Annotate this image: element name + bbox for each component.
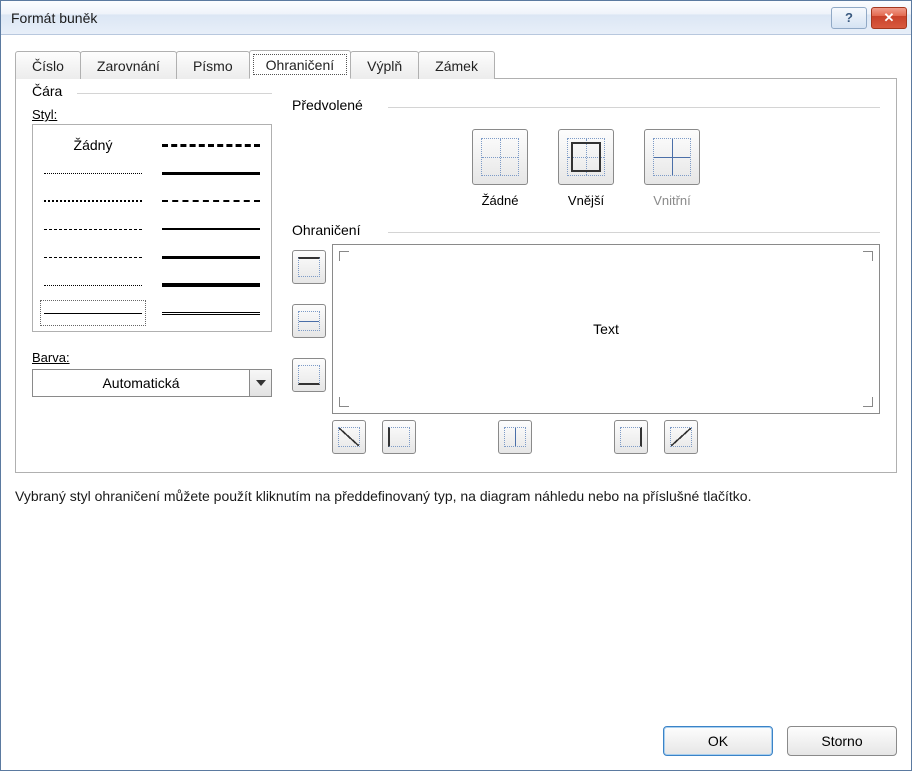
preset-outer-label: Vnější — [568, 193, 604, 208]
line-style-12[interactable] — [157, 271, 265, 299]
preset-none-label: Žádné — [482, 193, 519, 208]
line-style-3[interactable] — [39, 215, 147, 243]
line-style-1[interactable] — [39, 159, 147, 187]
preview-corner-icon — [863, 397, 873, 407]
preset-inner: Vnitřní — [644, 129, 700, 208]
border-left-button[interactable] — [382, 420, 416, 454]
border-horizontal-buttons — [332, 420, 880, 454]
preset-inner-label: Vnitřní — [653, 193, 691, 208]
window-title: Formát buněk — [11, 10, 831, 26]
line-style-8[interactable] — [157, 159, 265, 187]
color-label: Barva: — [32, 350, 272, 365]
line-style-6[interactable] — [39, 299, 147, 327]
right-column: Předvolené Žádné — [292, 93, 880, 454]
tab-fill[interactable]: Výplň — [350, 51, 419, 79]
ok-button[interactable]: OK — [663, 726, 773, 756]
line-style-7[interactable] — [157, 131, 265, 159]
dialog-content: Číslo Zarovnání Písmo Ohraničení Výplň Z… — [1, 35, 911, 770]
border-middle-h-button[interactable] — [292, 304, 326, 338]
group-line-label: Čára — [32, 83, 70, 99]
hint-text: Vybraný styl ohraničení můžete použít kl… — [15, 473, 897, 506]
tab-protection[interactable]: Zámek — [418, 51, 495, 79]
cancel-button[interactable]: Storno — [787, 726, 897, 756]
tab-alignment[interactable]: Zarovnání — [80, 51, 177, 79]
line-color-combo[interactable]: Automatická — [32, 369, 272, 397]
chevron-down-icon — [249, 370, 271, 396]
preset-inner-button[interactable] — [644, 129, 700, 185]
border-diag-down-button[interactable] — [664, 420, 698, 454]
tab-font[interactable]: Písmo — [176, 51, 250, 79]
line-color-value: Automatická — [33, 375, 249, 391]
style-label: Styl: — [32, 107, 272, 122]
group-presets-label: Předvolené — [292, 97, 373, 113]
border-vertical-buttons — [292, 244, 326, 414]
group-border-label: Ohraničení — [292, 222, 370, 238]
help-icon: ? — [845, 10, 853, 25]
border-right-button[interactable] — [614, 420, 648, 454]
tab-number[interactable]: Číslo — [15, 51, 81, 79]
titlebar-buttons: ? ✕ — [831, 7, 907, 29]
line-style-9[interactable] — [157, 187, 265, 215]
preset-none: Žádné — [472, 129, 528, 208]
border-preview[interactable]: Text — [332, 244, 880, 414]
tab-page-border: Čára Styl: Žádný — [15, 79, 897, 473]
tabstrip: Číslo Zarovnání Písmo Ohraničení Výplň Z… — [15, 45, 897, 79]
dialog-buttons: OK Storno — [15, 708, 897, 756]
help-button[interactable]: ? — [831, 7, 867, 29]
close-icon: ✕ — [884, 10, 895, 26]
group-presets: Předvolené Žádné — [292, 107, 880, 214]
tab-border[interactable]: Ohraničení — [249, 50, 351, 79]
preset-none-button[interactable] — [472, 129, 528, 185]
border-diag-up-button[interactable] — [332, 420, 366, 454]
line-style-13[interactable] — [157, 299, 265, 327]
preset-outer-button[interactable] — [558, 129, 614, 185]
group-line: Čára Styl: Žádný — [32, 93, 272, 454]
line-style-5[interactable] — [39, 271, 147, 299]
line-style-11[interactable] — [157, 243, 265, 271]
group-border: Ohraničení Text — [292, 232, 880, 454]
border-middle-v-button[interactable] — [498, 420, 532, 454]
preview-corner-icon — [863, 251, 873, 261]
preset-outer: Vnější — [558, 129, 614, 208]
close-button[interactable]: ✕ — [871, 7, 907, 29]
line-style-list[interactable]: Žádný — [32, 124, 272, 332]
border-bottom-button[interactable] — [292, 358, 326, 392]
preview-corner-icon — [339, 397, 349, 407]
preview-text: Text — [593, 321, 619, 337]
border-top-button[interactable] — [292, 250, 326, 284]
line-style-2[interactable] — [39, 187, 147, 215]
line-style-4[interactable] — [39, 243, 147, 271]
format-cells-dialog: Formát buněk ? ✕ Číslo Zarovnání Písmo O… — [0, 0, 912, 771]
preview-corner-icon — [339, 251, 349, 261]
line-style-none[interactable]: Žádný — [39, 131, 147, 159]
titlebar: Formát buněk ? ✕ — [1, 1, 911, 35]
line-style-10[interactable] — [157, 215, 265, 243]
